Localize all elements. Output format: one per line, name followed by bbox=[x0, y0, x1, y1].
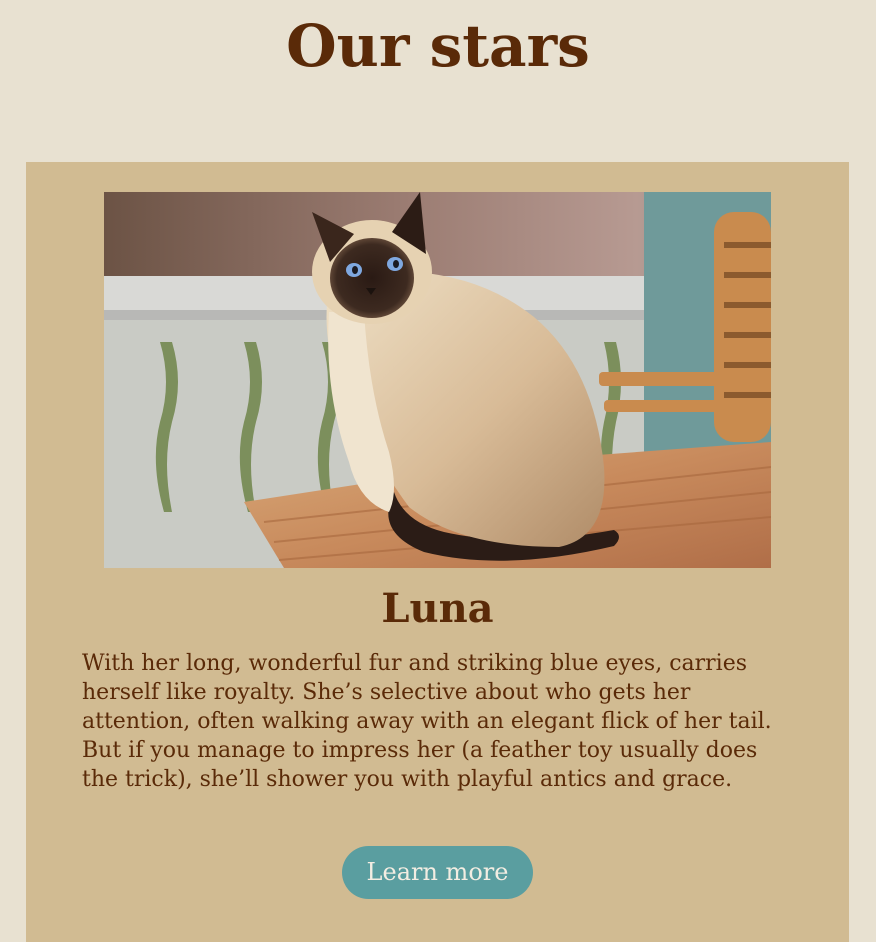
card-title: Luna bbox=[381, 585, 494, 632]
page-title: Our stars bbox=[286, 12, 590, 80]
learn-more-button[interactable]: Learn more bbox=[342, 846, 533, 899]
cat-photo bbox=[104, 192, 771, 568]
cat-card: Luna With her long, wonderful fur and st… bbox=[26, 162, 849, 942]
card-description: With her long, wonderful fur and strikin… bbox=[82, 651, 772, 792]
